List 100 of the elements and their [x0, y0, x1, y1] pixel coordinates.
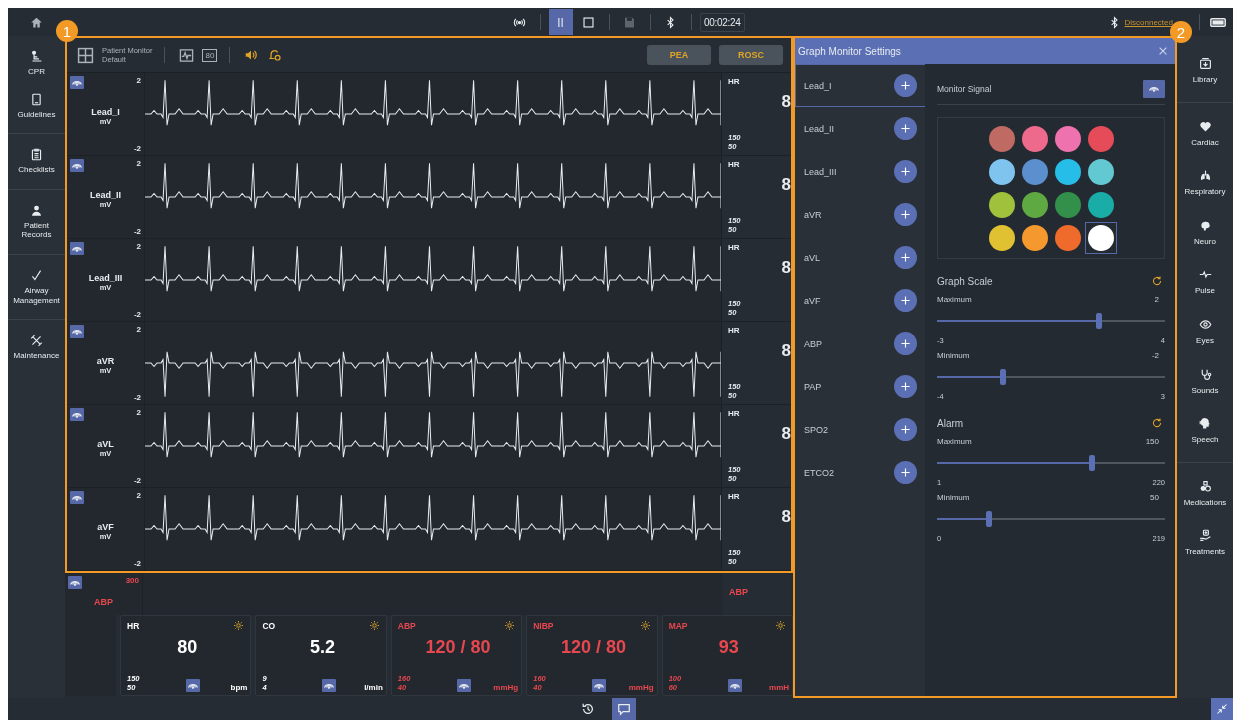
visibility-toggle[interactable] [70, 325, 84, 338]
nav-item[interactable]: CPR [8, 42, 65, 85]
unit-label: mmHg [627, 683, 654, 692]
eye-icon [1198, 317, 1212, 331]
nav-item[interactable]: Medications [1177, 468, 1233, 519]
hr-value: 8 [781, 341, 791, 361]
visibility-toggle[interactable] [457, 679, 471, 692]
vital-value: 120 / 80 [559, 637, 627, 658]
broadcast-icon [513, 15, 527, 29]
signal-list-item[interactable]: ETCO2 [795, 451, 926, 494]
hr-value: 8 [781, 92, 791, 112]
vital-label: MAP [668, 620, 688, 631]
add-button[interactable] [894, 418, 917, 441]
event-button[interactable]: ROSC [719, 45, 783, 65]
person-icon [30, 50, 43, 63]
visibility-toggle[interactable] [70, 159, 84, 172]
signal-list-item[interactable]: aVR [795, 193, 926, 236]
plus-icon [899, 423, 912, 436]
close-icon [1157, 45, 1169, 57]
signal-list-item[interactable]: SPO2 [795, 408, 926, 451]
nav-item[interactable]: Patient Records [8, 195, 65, 248]
vital-label: CO [262, 620, 276, 631]
signal-list-item[interactable]: Lead_III [795, 150, 926, 193]
nav-item[interactable]: Checklists [8, 140, 65, 183]
visibility-toggle[interactable] [70, 491, 84, 504]
lead-name: Lead_III [88, 273, 123, 283]
add-button[interactable] [894, 375, 917, 398]
add-button[interactable] [894, 289, 917, 312]
signal-list-item[interactable]: aVF [795, 279, 926, 322]
reset-icon [1151, 417, 1163, 429]
nav-item[interactable]: Maintenance [8, 326, 65, 369]
hand-plus-icon [1198, 529, 1212, 543]
annotation-badge: 1 [56, 20, 78, 42]
nav-item[interactable]: Airway Management [8, 260, 65, 314]
nav-item[interactable]: Pulse [1177, 257, 1233, 307]
add-button[interactable] [894, 203, 917, 226]
unit-label: mmH [768, 683, 790, 692]
reset-icon [1151, 275, 1163, 287]
slider-thumb[interactable] [986, 511, 993, 527]
signal-name: aVR [804, 209, 822, 220]
plus-icon [899, 79, 912, 92]
visibility-toggle[interactable] [70, 242, 84, 255]
pause-button[interactable] [549, 9, 573, 35]
nav-item[interactable]: Neuro [1177, 207, 1233, 258]
plus-icon [899, 380, 912, 393]
signal-name: aVF [804, 295, 821, 306]
slider-thumb[interactable] [1000, 369, 1007, 385]
nav-item[interactable]: Treatments [1177, 518, 1233, 568]
nav-item[interactable]: Guidelines [8, 84, 65, 128]
vital-label: HR [127, 620, 140, 631]
scale-min: -2 [133, 393, 141, 402]
slider-label: Maximum [937, 437, 972, 446]
vital-value: 120 / 80 [424, 637, 492, 658]
nav-item[interactable]: Eyes [1177, 306, 1233, 357]
slider-label: Maximum [937, 295, 972, 304]
hr-value: 8 [781, 424, 791, 444]
connection-status-link[interactable]: Disconnected [1124, 17, 1173, 27]
hr-label: HR [728, 326, 741, 335]
signal-list-item[interactable]: aVL [795, 236, 926, 279]
numeric-view-button[interactable]: 80 [202, 48, 218, 62]
add-button[interactable] [894, 461, 917, 484]
slider-thumb[interactable] [1095, 313, 1102, 329]
nav-item[interactable]: Speech [1177, 406, 1233, 456]
visibility-toggle[interactable] [68, 576, 82, 589]
nav-item[interactable]: Sounds [1177, 356, 1233, 407]
add-button[interactable] [894, 117, 917, 140]
add-button[interactable] [894, 74, 917, 97]
dialog-title: Graph Monitor Settings [798, 45, 901, 57]
nav-item[interactable]: Respiratory [1177, 158, 1233, 208]
plus-icon [899, 122, 912, 135]
plus-icon [899, 294, 912, 307]
chat-button[interactable] [611, 698, 636, 720]
signal-list-item[interactable]: PAP [795, 365, 926, 408]
visibility-toggle[interactable] [727, 679, 742, 692]
visibility-toggle[interactable] [592, 679, 607, 692]
scale-min: -2 [133, 227, 141, 236]
vital-value: 80 [176, 637, 199, 658]
speaker-icon [244, 48, 259, 62]
collapse-button[interactable] [1211, 698, 1233, 720]
nav-item[interactable]: Cardiac [1177, 108, 1233, 159]
event-button[interactable]: PEA [647, 45, 711, 65]
visibility-toggle[interactable] [70, 408, 84, 421]
signal-name: SPO2 [804, 424, 828, 435]
signal-list-item[interactable]: ABP [795, 322, 926, 365]
signal-list-item[interactable]: Lead_II [795, 107, 926, 150]
visibility-toggle[interactable] [186, 679, 201, 692]
hr-value: 8 [781, 507, 791, 527]
visibility-toggle[interactable] [70, 76, 84, 89]
slider-thumb[interactable] [1089, 455, 1096, 471]
add-button[interactable] [894, 332, 917, 355]
visibility-toggle[interactable] [321, 679, 336, 692]
lead-name: aVF [97, 522, 114, 532]
add-button[interactable] [894, 160, 917, 183]
lungs-icon [1198, 169, 1212, 183]
slider-value: 50 [1150, 493, 1159, 502]
gear-icon [368, 620, 380, 631]
visibility-toggle[interactable] [1143, 80, 1165, 98]
add-button[interactable] [894, 246, 917, 269]
nav-item[interactable]: Library [1177, 46, 1233, 96]
hr-value: 8 [781, 175, 791, 195]
